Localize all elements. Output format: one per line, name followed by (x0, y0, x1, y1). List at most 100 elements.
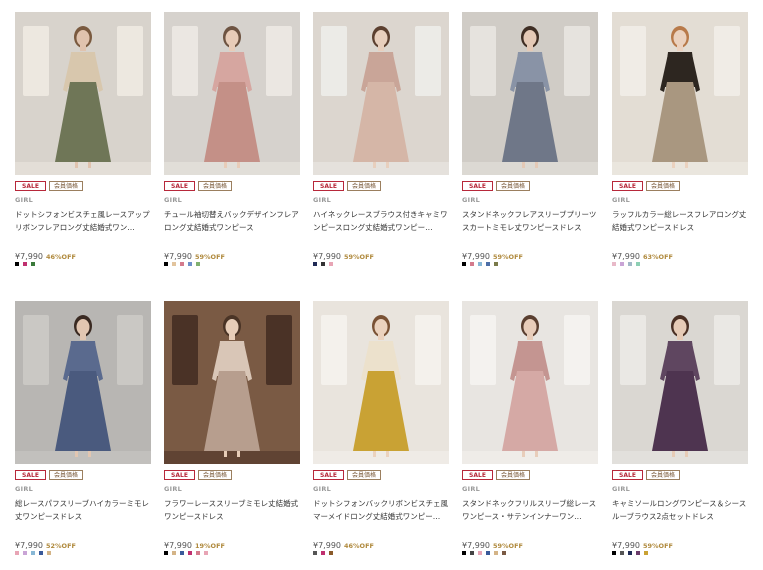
member-price-badge: 会員価格 (347, 470, 382, 480)
color-swatch[interactable] (196, 551, 200, 555)
color-swatch[interactable] (644, 551, 648, 555)
product-card[interactable]: SALE 会員価格 GIRL ラッフルカラー総レースフレアロング丈結婚式ワンピースドレ… (612, 12, 748, 272)
color-swatch[interactable] (47, 551, 51, 555)
price-row: ¥7,990 59%OFF (462, 533, 523, 552)
product-card[interactable]: SALE 会員価格 GIRL ドットシフォンバックリボンビスチェ風マーメイドロング丈結… (313, 301, 449, 561)
color-swatch[interactable] (313, 551, 317, 555)
product-title[interactable]: フラワーレーススリーブミモレ丈結婚式ワンピースドレス (164, 497, 300, 523)
color-swatch[interactable] (180, 551, 184, 555)
color-swatch[interactable] (462, 262, 466, 266)
color-swatch[interactable] (612, 551, 616, 555)
color-swatch[interactable] (612, 262, 616, 266)
brand-name: GIRL (15, 196, 34, 204)
price-row: ¥7,990 19%OFF (164, 533, 225, 552)
badge-row: SALE 会員価格 (612, 470, 681, 482)
member-price-badge: 会員価格 (646, 181, 681, 191)
product-title[interactable]: ハイネックレースブラウス付きキャミワンピースロング丈結婚式ワンピー… (313, 208, 449, 234)
product-image[interactable] (313, 301, 449, 464)
color-swatch[interactable] (23, 551, 27, 555)
color-swatch[interactable] (462, 551, 466, 555)
product-title[interactable]: キャミソールロングワンピース＆シースルーブラウス2点セットドレス (612, 497, 748, 523)
color-swatch[interactable] (188, 262, 192, 266)
color-swatch[interactable] (628, 551, 632, 555)
color-swatches (164, 262, 200, 266)
product-image[interactable] (612, 301, 748, 464)
color-swatch[interactable] (628, 262, 632, 266)
color-swatch[interactable] (502, 551, 506, 555)
product-card[interactable]: SALE 会員価格 GIRL キャミソールロングワンピース＆シースルーブラウス2点セッ… (612, 301, 748, 561)
color-swatch[interactable] (636, 262, 640, 266)
product-title[interactable]: 総レースパフスリーブハイカラーミモレ丈ワンピースドレス (15, 497, 151, 523)
color-swatch[interactable] (196, 262, 200, 266)
product-card[interactable]: SALE 会員価格 GIRL スタンドネックフリルスリーブ総レースワンピース・サテンイ… (462, 301, 598, 561)
color-swatch[interactable] (620, 551, 624, 555)
color-swatch[interactable] (313, 262, 317, 266)
color-swatch[interactable] (470, 551, 474, 555)
badge-row: SALE 会員価格 (164, 470, 233, 482)
product-title[interactable]: ドットシフォンバックリボンビスチェ風マーメイドロング丈結婚式ワンピー… (313, 497, 449, 523)
color-swatch[interactable] (321, 262, 325, 266)
price-row: ¥7,990 52%OFF (15, 533, 76, 552)
color-swatch[interactable] (329, 551, 333, 555)
color-swatch[interactable] (620, 262, 624, 266)
product-title[interactable]: スタンドネックフレアスリーブプリーツスカートミモレ丈ワンピースドレス (462, 208, 598, 234)
sale-badge: SALE (164, 470, 195, 480)
price: ¥7,990 (462, 541, 490, 550)
color-swatch[interactable] (478, 551, 482, 555)
color-swatch[interactable] (470, 262, 474, 266)
color-swatch[interactable] (172, 551, 176, 555)
brand-name: GIRL (462, 196, 481, 204)
product-card[interactable]: SALE 会員価格 GIRL 総レースパフスリーブハイカラーミモレ丈ワンピースドレス ¥… (15, 301, 151, 561)
product-image[interactable] (313, 12, 449, 175)
sale-badge: SALE (313, 470, 344, 480)
product-image[interactable] (462, 301, 598, 464)
color-swatch[interactable] (15, 551, 19, 555)
brand-name: GIRL (313, 196, 332, 204)
color-swatch[interactable] (172, 262, 176, 266)
product-image[interactable] (15, 301, 151, 464)
product-title[interactable]: チュール袖切替えバックデザインフレアロング丈結婚式ワンピース (164, 208, 300, 234)
color-swatches (313, 262, 333, 266)
price-row: ¥7,990 46%OFF (313, 533, 374, 552)
price: ¥7,990 (15, 541, 43, 550)
color-swatch[interactable] (188, 551, 192, 555)
product-title[interactable]: ラッフルカラー総レースフレアロング丈結婚式ワンピースドレス (612, 208, 748, 234)
product-image[interactable] (462, 12, 598, 175)
color-swatch[interactable] (31, 551, 35, 555)
member-price-badge: 会員価格 (496, 181, 531, 191)
color-swatch[interactable] (23, 262, 27, 266)
color-swatch[interactable] (164, 262, 168, 266)
color-swatch[interactable] (494, 551, 498, 555)
color-swatch[interactable] (478, 262, 482, 266)
sale-badge: SALE (462, 470, 493, 480)
product-title[interactable]: スタンドネックフリルスリーブ総レースワンピース・サテンインナーワン… (462, 497, 598, 523)
color-swatch[interactable] (486, 262, 490, 266)
color-swatch[interactable] (321, 551, 325, 555)
product-image[interactable] (164, 12, 300, 175)
product-card[interactable]: SALE 会員価格 GIRL スタンドネックフレアスリーブプリーツスカートミモレ丈ワン… (462, 12, 598, 272)
product-image[interactable] (15, 12, 151, 175)
brand-name: GIRL (612, 485, 631, 493)
product-card[interactable]: SALE 会員価格 GIRL フラワーレーススリーブミモレ丈結婚式ワンピースドレス ¥7… (164, 301, 300, 561)
price-row: ¥7,990 59%OFF (612, 533, 673, 552)
product-image[interactable] (164, 301, 300, 464)
product-image[interactable] (612, 12, 748, 175)
color-swatch[interactable] (180, 262, 184, 266)
color-swatch[interactable] (636, 551, 640, 555)
price: ¥7,990 (164, 252, 192, 261)
color-swatch[interactable] (494, 262, 498, 266)
member-price-badge: 会員価格 (496, 470, 531, 480)
color-swatch[interactable] (164, 551, 168, 555)
product-card[interactable]: SALE 会員価格 GIRL ハイネックレースブラウス付きキャミワンピースロング丈結婚… (313, 12, 449, 272)
color-swatch[interactable] (204, 551, 208, 555)
product-card[interactable]: SALE 会員価格 GIRL チュール袖切替えバックデザインフレアロング丈結婚式ワンピ… (164, 12, 300, 272)
product-card[interactable]: SALE 会員価格 GIRL ドットシフォンビスチェ風レースアップリボンフレアロング丈… (15, 12, 151, 272)
badge-row: SALE 会員価格 (164, 181, 233, 193)
color-swatch[interactable] (39, 551, 43, 555)
brand-name: GIRL (164, 485, 183, 493)
color-swatch[interactable] (31, 262, 35, 266)
product-title[interactable]: ドットシフォンビスチェ風レースアップリボンフレアロング丈結婚式ワン… (15, 208, 151, 234)
color-swatch[interactable] (486, 551, 490, 555)
color-swatch[interactable] (329, 262, 333, 266)
color-swatch[interactable] (15, 262, 19, 266)
